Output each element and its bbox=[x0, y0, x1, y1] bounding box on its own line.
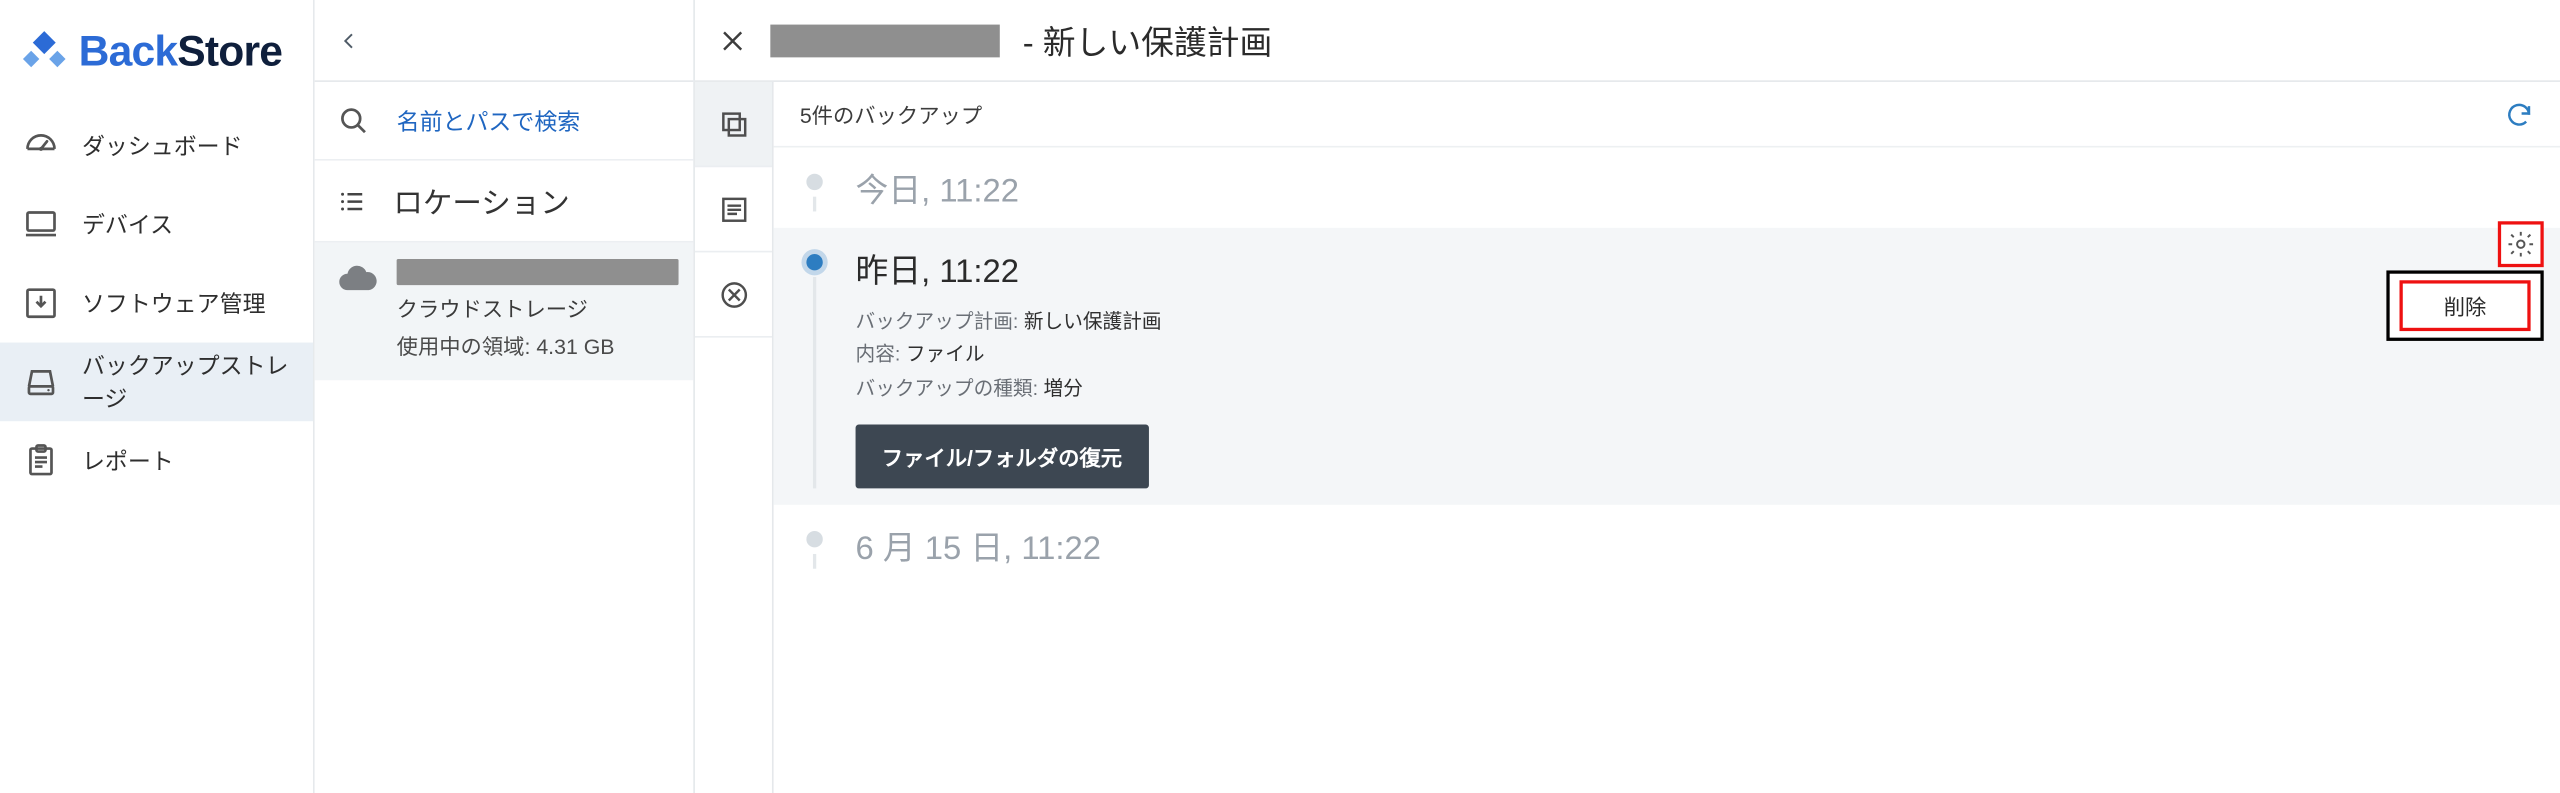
monitor-icon bbox=[23, 207, 59, 243]
search-input[interactable] bbox=[397, 107, 671, 133]
backup-list: 5件のバックアップ 今日, 11:22 bbox=[774, 82, 2560, 793]
detail-title: - 新しい保護計画 bbox=[1023, 16, 1272, 64]
nav-reports[interactable]: レポート bbox=[0, 421, 313, 500]
nav-backup-storage[interactable]: バックアップストレージ bbox=[0, 343, 313, 422]
detail-panel: - 新しい保護計画 bbox=[695, 0, 2560, 793]
search-icon bbox=[338, 104, 371, 137]
backup-meta: バックアップ計画: 新しい保護計画 内容: ファイル バックアップの種類: 増分 bbox=[856, 305, 2534, 405]
plan-value: 新しい保護計画 bbox=[1024, 310, 1162, 333]
logo-text-1: Back bbox=[79, 26, 178, 75]
download-box-icon bbox=[23, 285, 59, 321]
nav-software[interactable]: ソフトウェア管理 bbox=[0, 264, 313, 343]
gear-icon bbox=[2506, 229, 2536, 259]
backup-list-header: 5件のバックアップ bbox=[774, 82, 2560, 148]
view-tab-details[interactable] bbox=[695, 167, 772, 252]
view-tab-backups[interactable] bbox=[695, 82, 772, 167]
backup-row-yesterday[interactable]: 昨日, 11:22 バックアップ計画: 新しい保護計画 内容: ファイル bbox=[774, 228, 2560, 505]
gauge-icon bbox=[23, 128, 59, 164]
nav-backup-storage-label: バックアップストレージ bbox=[82, 349, 290, 415]
backup-ts: 6 月 15 日, 11:22 bbox=[856, 521, 2534, 569]
type-label: バックアップの種類: bbox=[856, 377, 1038, 400]
plan-label: バックアップ計画: bbox=[856, 310, 1019, 333]
back-button[interactable] bbox=[338, 22, 361, 58]
locations-panel: ロケーション クラウドストレージ 使用中の領域: 4.31 GB bbox=[315, 0, 695, 793]
nav-dashboard-label: ダッシュボード bbox=[82, 129, 243, 162]
location-usage: 使用中の領域: 4.31 GB bbox=[397, 329, 679, 360]
location-item-cloud[interactable]: クラウドストレージ 使用中の領域: 4.31 GB bbox=[315, 243, 694, 381]
logo-mark-icon bbox=[20, 27, 69, 76]
menu-item-delete[interactable]: 削除 bbox=[2399, 280, 2530, 331]
app-logo: BackStore bbox=[0, 10, 313, 107]
nav-devices[interactable]: デバイス bbox=[0, 185, 313, 264]
locations-header-label: ロケーション bbox=[393, 179, 569, 222]
clipboard-icon bbox=[23, 443, 59, 479]
backup-ts: 昨日, 11:22 bbox=[856, 244, 2534, 292]
nav-software-label: ソフトウェア管理 bbox=[82, 287, 266, 320]
left-sidebar: BackStore ダッシュボード デバイス bbox=[0, 0, 315, 793]
type-value: 増分 bbox=[1044, 377, 1083, 400]
locations-header: ロケーション bbox=[315, 161, 694, 243]
nav-dashboard[interactable]: ダッシュボード bbox=[0, 107, 313, 186]
backup-row-jun15[interactable]: 6 月 15 日, 11:22 bbox=[774, 505, 2560, 585]
cloud-icon bbox=[338, 262, 377, 360]
detail-machine-redacted bbox=[770, 24, 999, 57]
backup-row-today[interactable]: 今日, 11:22 bbox=[774, 148, 2560, 228]
nav-devices-label: デバイス bbox=[82, 208, 173, 241]
location-type: クラウドストレージ bbox=[397, 292, 679, 323]
detail-view-tabs bbox=[695, 82, 774, 793]
content-value: ファイル bbox=[906, 343, 985, 366]
detail-titlebar: - 新しい保護計画 bbox=[695, 0, 2560, 82]
backup-count: 5件のバックアップ bbox=[800, 98, 982, 129]
view-tab-delete[interactable] bbox=[695, 252, 772, 337]
location-name-redacted bbox=[397, 259, 679, 285]
backup-actions-gear[interactable] bbox=[2498, 221, 2544, 267]
locations-search[interactable] bbox=[315, 82, 694, 161]
nav-reports-label: レポート bbox=[82, 444, 174, 477]
list-icon bbox=[338, 186, 368, 216]
logo-text-2: Store bbox=[177, 26, 282, 75]
restore-files-button[interactable]: ファイル/フォルダの復元 bbox=[856, 425, 1149, 489]
refresh-button[interactable] bbox=[2504, 99, 2534, 129]
close-button[interactable] bbox=[718, 25, 748, 55]
locations-topbar bbox=[315, 0, 694, 82]
content-label: 内容: bbox=[856, 343, 901, 366]
disk-icon bbox=[23, 364, 59, 400]
app-root: BackStore ダッシュボード デバイス bbox=[0, 0, 2560, 793]
backup-ts: 今日, 11:22 bbox=[856, 164, 2534, 212]
backup-actions-menu: 削除 bbox=[2386, 270, 2543, 340]
location-lines: クラウドストレージ 使用中の領域: 4.31 GB bbox=[397, 259, 679, 361]
